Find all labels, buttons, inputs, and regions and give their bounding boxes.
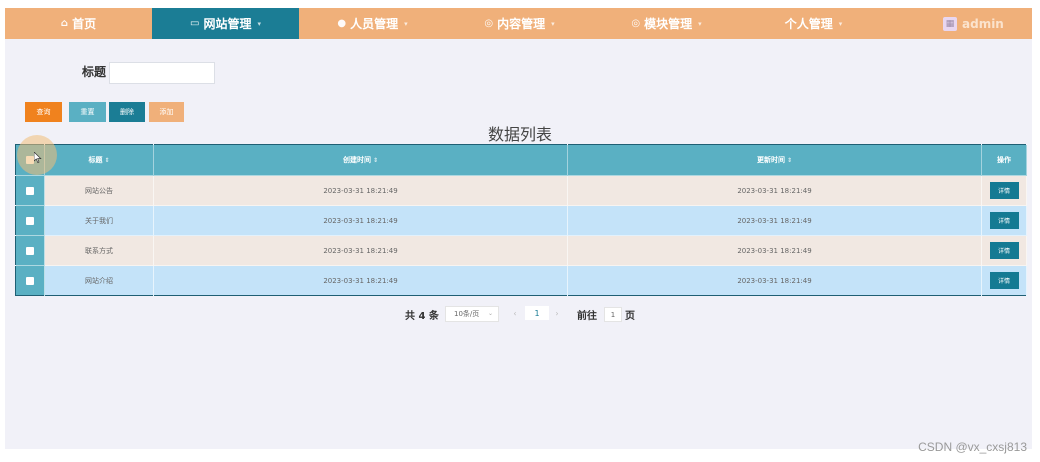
cell-created: 2023-03-31 18:21:49 [153,235,568,266]
chevron-down-icon: ▾ [257,19,261,28]
column-header-created[interactable]: 创建时间 ⇕ [153,144,568,176]
sort-icon[interactable]: ⇕ [787,157,792,164]
nav-item-label: 模块管理 [644,17,693,31]
chevron-down-icon: ▾ [698,19,702,28]
chevron-down-icon: ▾ [551,19,555,28]
row-select-cell[interactable] [15,265,45,296]
monitor-icon: ▭ [190,18,200,29]
chevron-down-icon: ⌄ [487,310,493,317]
cell-updated: 2023-03-31 18:21:49 [567,175,982,206]
cell-title: 关于我们 [44,205,154,236]
cell-updated: 2023-03-31 18:21:49 [567,265,982,296]
detail-button[interactable]: 详情 [989,242,1019,259]
row-checkbox[interactable] [26,276,34,285]
nav-item-label: 人员管理 [350,17,399,31]
table-row: 联系方式 2023-03-31 18:21:49 2023-03-31 18:2… [15,235,1027,266]
chevron-down-icon: ▾ [404,19,408,28]
delete-button[interactable]: 删除 [109,102,145,122]
add-button[interactable]: 添加 [149,102,184,122]
nav-item-module-management[interactable]: ◎ 模块管理 ▾ [593,8,740,39]
row-select-cell[interactable] [15,205,45,236]
home-icon: ⌂ [60,18,69,29]
reset-button[interactable]: 重置 [69,102,106,122]
nav-item-label: 个人管理 [784,17,833,31]
page-size-select[interactable]: 10条/页 ⌄ [445,306,499,322]
user-menu[interactable]: ▦ admin [943,8,1004,39]
nav-item-site-management[interactable]: ▭ 网站管理 ▾ [152,8,299,39]
detail-button[interactable]: 详情 [989,212,1019,229]
cell-title: 联系方式 [44,235,154,266]
page-number-current[interactable]: 1 [525,306,549,320]
sort-icon[interactable]: ⇕ [373,157,378,164]
cell-created: 2023-03-31 18:21:49 [153,175,568,206]
cell-created: 2023-03-31 18:21:49 [153,265,568,296]
table-row: 网站介绍 2023-03-31 18:21:49 2023-03-31 18:2… [15,265,1027,296]
chevron-down-icon: ▾ [838,19,843,28]
module-icon: ◎ [631,18,641,29]
goto-label: 前往 [577,310,597,322]
nav-item-home[interactable]: ⌂ 首页 [5,8,152,39]
cell-updated: 2023-03-31 18:21:49 [567,205,982,236]
pagination-total: 共 4 条 [405,310,439,322]
sort-icon[interactable]: ⇕ [104,157,109,164]
column-header-action: 操作 [981,144,1027,176]
table-header-row: 标题 ⇕ 创建时间 ⇕ 更新时间 ⇕ 操作 [15,144,1027,176]
next-page-button[interactable]: › [550,306,564,320]
list-title: 数据列表 [488,125,553,144]
cell-action: 详情 [981,265,1027,296]
cell-updated: 2023-03-31 18:21:49 [567,235,982,266]
nav-item-label: 内容管理 [497,17,546,31]
user-icon: ● [337,18,347,29]
cell-title: 网站介绍 [44,265,154,296]
detail-button[interactable]: 详情 [989,272,1019,289]
avatar-image-icon: ▦ [943,16,957,31]
cell-action: 详情 [981,235,1027,266]
nav-item-label: 首页 [72,17,97,31]
column-header-updated[interactable]: 更新时间 ⇕ [567,144,982,176]
goto-suffix: 页 [625,310,635,322]
cell-created: 2023-03-31 18:21:49 [153,205,568,236]
column-header-title[interactable]: 标题 ⇕ [44,144,154,176]
username: admin [962,16,1004,31]
nav-item-personal-management[interactable]: 个人管理 ▾ [740,8,887,39]
row-checkbox[interactable] [26,216,34,225]
cell-action: 详情 [981,175,1027,206]
detail-button[interactable]: 详情 [989,182,1019,199]
content-icon: ◎ [484,18,494,29]
cell-title: 网站公告 [44,175,154,206]
top-nav: ⌂ 首页 ▭ 网站管理 ▾ ● 人员管理 ▾ ◎ 内容管理 ▾ ◎ 模块管理 ▾… [5,8,1032,39]
nav-item-personnel-management[interactable]: ● 人员管理 ▾ [299,8,446,39]
watermark: CSDN @vx_cxsj813 [918,440,1027,454]
goto-page-input[interactable]: 1 [604,307,622,322]
row-checkbox[interactable] [26,246,34,255]
table-row: 网站公告 2023-03-31 18:21:49 2023-03-31 18:2… [15,175,1027,206]
row-select-cell[interactable] [15,175,45,206]
cell-action: 详情 [981,205,1027,236]
data-table: 标题 ⇕ 创建时间 ⇕ 更新时间 ⇕ 操作 网站公告 2023-03-31 18:21… [15,144,1027,296]
search-title-label: 标题 [82,65,107,79]
table-row: 关于我们 2023-03-31 18:21:49 2023-03-31 18:2… [15,205,1027,236]
row-checkbox[interactable] [26,186,34,195]
mouse-pointer-icon [34,152,42,163]
nav-item-content-management[interactable]: ◎ 内容管理 ▾ [446,8,593,39]
prev-page-button[interactable]: ‹ [508,306,522,320]
query-button[interactable]: 查询 [25,102,62,122]
row-select-cell[interactable] [15,235,45,266]
search-title-input[interactable] [109,62,215,84]
nav-item-label: 网站管理 [203,17,252,31]
app-frame: ⌂ 首页 ▭ 网站管理 ▾ ● 人员管理 ▾ ◎ 内容管理 ▾ ◎ 模块管理 ▾… [5,8,1032,449]
